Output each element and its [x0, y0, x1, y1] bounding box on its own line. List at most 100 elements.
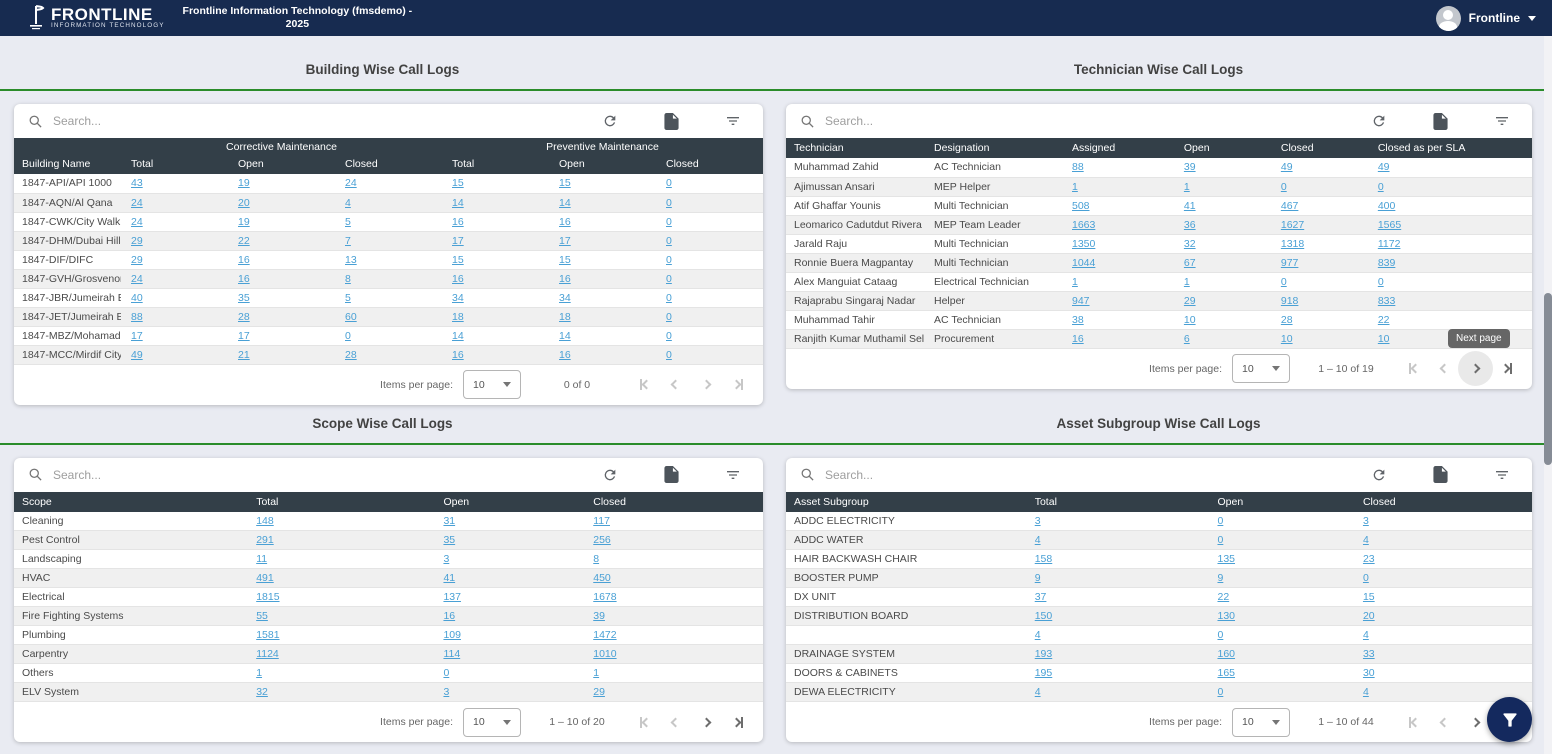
count-link[interactable]: 16	[452, 349, 464, 361]
user-avatar[interactable]	[1436, 6, 1461, 31]
numeric-cell[interactable]: 0	[1271, 177, 1368, 196]
count-link[interactable]: 130	[1217, 610, 1235, 622]
count-link[interactable]: 117	[593, 515, 610, 527]
count-link[interactable]: 0	[345, 330, 351, 342]
export-document-icon[interactable]	[664, 466, 679, 483]
count-link[interactable]: 1627	[1281, 219, 1304, 231]
count-link[interactable]: 29	[131, 254, 143, 266]
count-link[interactable]: 28	[345, 349, 357, 361]
search-input[interactable]	[53, 114, 556, 128]
count-link[interactable]: 6	[1184, 333, 1190, 345]
numeric-cell[interactable]: 165	[1207, 664, 1352, 683]
last-page-button[interactable]	[1491, 353, 1522, 384]
numeric-cell[interactable]: 1581	[246, 626, 433, 645]
items-per-page-select[interactable]: 10	[1232, 708, 1290, 737]
count-link[interactable]: 0	[666, 197, 672, 209]
numeric-cell[interactable]: 491	[246, 569, 433, 588]
previous-page-button[interactable]	[660, 369, 691, 400]
count-link[interactable]: 400	[1378, 200, 1396, 212]
numeric-cell[interactable]: 23	[1353, 550, 1532, 569]
count-link[interactable]: 0	[666, 330, 672, 342]
count-link[interactable]: 1	[1184, 181, 1190, 193]
count-link[interactable]: 35	[443, 534, 455, 546]
count-link[interactable]: 4	[1035, 629, 1041, 641]
count-link[interactable]: 30	[1363, 667, 1375, 679]
count-link[interactable]: 1565	[1378, 219, 1401, 231]
numeric-cell[interactable]: 10	[1174, 310, 1271, 329]
numeric-cell[interactable]: 16	[549, 345, 656, 364]
numeric-cell[interactable]: 55	[246, 607, 433, 626]
numeric-cell[interactable]: 0	[1207, 512, 1352, 531]
numeric-cell[interactable]: 918	[1271, 291, 1368, 310]
count-link[interactable]: 8	[345, 273, 351, 285]
numeric-cell[interactable]: 33	[1353, 645, 1532, 664]
numeric-cell[interactable]: 4	[1025, 531, 1208, 550]
count-link[interactable]: 160	[1217, 648, 1235, 660]
count-link[interactable]: 1581	[256, 629, 279, 641]
items-per-page-select[interactable]: 10	[463, 708, 521, 737]
count-link[interactable]: 4	[1363, 534, 1369, 546]
count-link[interactable]: 24	[131, 216, 143, 228]
count-link[interactable]: 16	[452, 216, 464, 228]
next-page-button[interactable]	[691, 369, 722, 400]
numeric-cell[interactable]: 31	[433, 512, 583, 531]
filter-icon[interactable]	[1494, 467, 1510, 483]
count-link[interactable]: 109	[443, 629, 461, 641]
numeric-cell[interactable]: 16	[433, 607, 583, 626]
numeric-cell[interactable]: 24	[335, 174, 442, 193]
count-link[interactable]: 1172	[1378, 238, 1401, 250]
first-page-button[interactable]	[629, 707, 660, 738]
numeric-cell[interactable]: 28	[228, 307, 335, 326]
refresh-icon[interactable]	[1371, 467, 1387, 483]
numeric-cell[interactable]: 450	[583, 569, 763, 588]
count-link[interactable]: 1	[1184, 276, 1190, 288]
numeric-cell[interactable]: 3	[1025, 512, 1208, 531]
count-link[interactable]: 1	[1072, 181, 1078, 193]
count-link[interactable]: 0	[1363, 572, 1369, 584]
numeric-cell[interactable]: 1	[583, 664, 763, 683]
count-link[interactable]: 977	[1281, 257, 1299, 269]
count-link[interactable]: 22	[238, 235, 250, 247]
numeric-cell[interactable]: 114	[433, 645, 583, 664]
numeric-cell[interactable]: 839	[1368, 253, 1532, 272]
count-link[interactable]: 4	[1035, 686, 1041, 698]
filter-fab-button[interactable]	[1487, 697, 1532, 742]
numeric-cell[interactable]: 4	[1353, 531, 1532, 550]
numeric-cell[interactable]: 6	[1174, 329, 1271, 348]
count-link[interactable]: 0	[1217, 534, 1223, 546]
numeric-cell[interactable]: 18	[442, 307, 549, 326]
numeric-cell[interactable]: 3	[433, 550, 583, 569]
next-page-button[interactable]	[691, 707, 722, 738]
numeric-cell[interactable]: 947	[1062, 291, 1174, 310]
count-link[interactable]: 1350	[1072, 238, 1095, 250]
numeric-cell[interactable]: 508	[1062, 196, 1174, 215]
numeric-cell[interactable]: 16	[1062, 329, 1174, 348]
numeric-cell[interactable]: 15	[549, 174, 656, 193]
numeric-cell[interactable]: 1318	[1271, 234, 1368, 253]
vertical-scrollbar-thumb[interactable]	[1544, 293, 1552, 465]
numeric-cell[interactable]: 1	[1062, 177, 1174, 196]
count-link[interactable]: 11	[256, 553, 267, 565]
numeric-cell[interactable]: 15	[549, 250, 656, 269]
numeric-cell[interactable]: 137	[433, 588, 583, 607]
count-link[interactable]: 49	[131, 349, 143, 361]
count-link[interactable]: 0	[1378, 181, 1384, 193]
numeric-cell[interactable]: 11	[246, 550, 433, 569]
count-link[interactable]: 17	[238, 330, 250, 342]
numeric-cell[interactable]: 150	[1025, 607, 1208, 626]
filter-icon[interactable]	[725, 467, 741, 483]
count-link[interactable]: 0	[666, 254, 672, 266]
count-link[interactable]: 3	[1363, 515, 1369, 527]
numeric-cell[interactable]: 29	[583, 683, 763, 702]
count-link[interactable]: 32	[256, 686, 268, 698]
numeric-cell[interactable]: 1815	[246, 588, 433, 607]
numeric-cell[interactable]: 4	[1025, 683, 1208, 702]
count-link[interactable]: 947	[1072, 295, 1090, 307]
numeric-cell[interactable]: 38	[1062, 310, 1174, 329]
numeric-cell[interactable]: 32	[246, 683, 433, 702]
numeric-cell[interactable]: 14	[549, 326, 656, 345]
numeric-cell[interactable]: 30	[1353, 664, 1532, 683]
numeric-cell[interactable]: 14	[442, 326, 549, 345]
numeric-cell[interactable]: 36	[1174, 215, 1271, 234]
first-page-button[interactable]	[1398, 353, 1429, 384]
